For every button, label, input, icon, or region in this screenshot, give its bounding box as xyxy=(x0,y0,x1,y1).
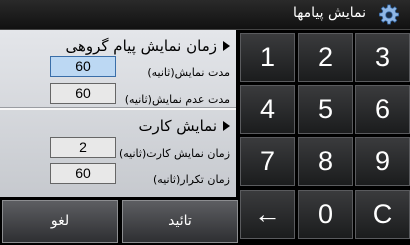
numeric-keypad: 1 2 3 4 5 6 7 8 9 ← 0 C xyxy=(237,30,410,245)
title-bar: نمایش پیامها xyxy=(0,0,410,30)
hide-duration-label: مدت عدم نمایش(ثانیه) xyxy=(124,93,230,106)
key-6[interactable]: 6 xyxy=(355,85,410,134)
card-show-duration-label: زمان نمایش کارت(ثانیه) xyxy=(118,147,230,160)
settings-panel: زمان نمایش پیام گروهی 60 مدت نمایش(ثانیه… xyxy=(0,30,236,197)
key-8[interactable]: 8 xyxy=(298,137,353,186)
show-duration-label: مدت نمایش(ثانیه) xyxy=(147,66,230,79)
clear-key[interactable]: C xyxy=(355,190,410,239)
hide-duration-field[interactable]: 60 xyxy=(50,83,116,104)
key-9[interactable]: 9 xyxy=(355,137,410,186)
expand-triangle-icon xyxy=(223,121,230,131)
repeat-interval-field[interactable]: 60 xyxy=(50,163,116,184)
section-divider xyxy=(0,107,236,110)
key-5[interactable]: 5 xyxy=(298,85,353,134)
repeat-interval-label: زمان تکرار(ثانیه) xyxy=(153,173,230,186)
key-4[interactable]: 4 xyxy=(240,85,295,134)
gear-icon[interactable] xyxy=(378,4,400,26)
card-show-duration-field[interactable]: 2 xyxy=(50,137,116,158)
group-message-header-label: زمان نمایش پیام گروهی xyxy=(65,37,217,55)
show-duration-field[interactable]: 60 xyxy=(50,56,116,77)
key-1[interactable]: 1 xyxy=(240,33,295,82)
expand-triangle-icon xyxy=(223,41,230,51)
card-header-label: نمایش کارت xyxy=(138,117,217,135)
cancel-button[interactable]: لغو xyxy=(2,200,118,243)
group-message-section-header[interactable]: زمان نمایش پیام گروهی xyxy=(65,37,230,55)
key-7[interactable]: 7 xyxy=(240,137,295,186)
key-0[interactable]: 0 xyxy=(298,190,353,239)
window-title: نمایش پیامها xyxy=(292,5,366,21)
backspace-key[interactable]: ← xyxy=(240,190,295,239)
card-section-header[interactable]: نمایش کارت xyxy=(138,117,230,135)
key-2[interactable]: 2 xyxy=(298,33,353,82)
key-3[interactable]: 3 xyxy=(355,33,410,82)
confirm-button[interactable]: تائید xyxy=(122,200,238,243)
